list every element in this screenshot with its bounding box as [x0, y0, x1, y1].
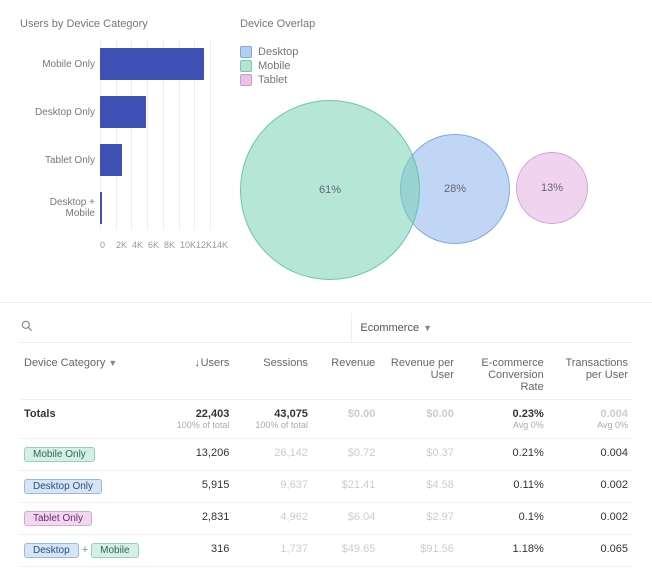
metric-cell: 0.004: [548, 439, 632, 471]
metric-cell: 26,142: [233, 439, 312, 471]
bar-fill: [100, 144, 122, 176]
table-row: Desktop Only 5,9159,637$21.41$4.580.11%0.…: [20, 471, 632, 503]
metric-cell: 0.1%: [458, 503, 548, 535]
search-icon[interactable]: [20, 319, 34, 336]
metric-cell: 0.002: [548, 471, 632, 503]
device-category-cell: Tablet Only: [20, 503, 155, 535]
column-group-selector[interactable]: Ecommerce ▼: [351, 313, 632, 342]
device-tag: Mobile: [91, 543, 138, 558]
th-sessions[interactable]: Sessions: [233, 343, 312, 400]
legend-tablet: Tablet: [258, 74, 287, 86]
legend-mobile: Mobile: [258, 60, 290, 72]
venn-mobile-pct: 61%: [319, 184, 341, 196]
metric-cell: 5,915: [155, 471, 234, 503]
sort-desc-icon: ↓: [195, 358, 200, 369]
bar-row: Mobile Only: [100, 40, 220, 88]
column-group-label: Ecommerce: [360, 322, 419, 334]
tablet-swatch: [240, 74, 252, 86]
venn-chart-title: Device Overlap: [240, 18, 632, 30]
totals-rev-per-user: $0.00: [379, 400, 458, 439]
metric-cell: 9,637: [233, 471, 312, 503]
totals-revenue: $0.00: [312, 400, 379, 439]
bar-chart: Mobile OnlyDesktop OnlyTablet OnlyDeskto…: [20, 40, 220, 250]
metric-cell: 316: [155, 535, 234, 567]
totals-users: 22,403100% of total: [155, 400, 234, 439]
desktop-swatch: [240, 46, 252, 58]
table-totals-row: Totals 22,403100% of total 43,075100% of…: [20, 400, 632, 439]
bar-fill: [100, 192, 102, 224]
device-tag: Desktop Only: [24, 479, 102, 494]
metric-cell: $6.04: [312, 503, 379, 535]
metric-cell: 2,831: [155, 503, 234, 535]
th-users[interactable]: ↓Users: [155, 343, 234, 400]
device-tag: Desktop: [24, 543, 79, 558]
metric-cell: 1,737: [233, 535, 312, 567]
chevron-down-icon: ▼: [423, 323, 432, 333]
bar-axis-tick: 4K: [132, 240, 147, 250]
th-conv-rate[interactable]: E-commerce Conversion Rate: [458, 343, 548, 400]
th-revenue[interactable]: Revenue: [312, 343, 379, 400]
totals-conv-rate: 0.23%Avg 0%: [458, 400, 548, 439]
device-category-cell: Desktop+Mobile: [20, 535, 155, 567]
mobile-swatch: [240, 60, 252, 72]
venn-desktop-pct: 28%: [444, 183, 466, 195]
th-device[interactable]: Device Category ▼: [20, 343, 155, 400]
metric-cell: $4.58: [379, 471, 458, 503]
bar-axis-tick: 14K: [212, 240, 227, 250]
metric-cell: $21.41: [312, 471, 379, 503]
bar-label: Desktop Only: [20, 107, 95, 118]
metric-cell: $2.97: [379, 503, 458, 535]
metrics-table: Device Category ▼ ↓Users Sessions Revenu…: [20, 343, 632, 567]
device-tag: Mobile Only: [24, 447, 95, 462]
device-category-cell: Mobile Only: [20, 439, 155, 471]
bar-axis-tick: 10K: [180, 240, 195, 250]
bar-row: Desktop + Mobile: [100, 184, 220, 232]
bar-fill: [100, 48, 204, 80]
legend-desktop: Desktop: [258, 46, 298, 58]
metric-cell: 0.002: [548, 503, 632, 535]
bar-chart-title: Users by Device Category: [20, 18, 220, 30]
totals-sessions: 43,075100% of total: [233, 400, 312, 439]
metric-cell: 0.065: [548, 535, 632, 567]
venn-legend: Desktop Mobile Tablet: [240, 46, 632, 86]
metric-cell: $0.37: [379, 439, 458, 471]
bar-row: Tablet Only: [100, 136, 220, 184]
totals-label: Totals: [20, 400, 155, 439]
table-row: Tablet Only 2,8314,962$6.04$2.970.1%0.002: [20, 503, 632, 535]
bar-label: Tablet Only: [20, 155, 95, 166]
table-row: Desktop+Mobile3161,737$49.65$91.561.18%0…: [20, 535, 632, 567]
plus-icon: +: [82, 544, 88, 556]
th-rev-per-user[interactable]: Revenue per User: [379, 343, 458, 400]
metric-cell: $0.72: [312, 439, 379, 471]
device-category-cell: Desktop Only: [20, 471, 155, 503]
venn-diagram: 61% 28% 13%: [240, 92, 632, 292]
th-tx-per-user[interactable]: Transactions per User: [548, 343, 632, 400]
venn-tablet-pct: 13%: [541, 182, 563, 194]
bar-label: Desktop + Mobile: [20, 197, 95, 219]
metric-cell: 13,206: [155, 439, 234, 471]
bar-axis-tick: 8K: [164, 240, 179, 250]
metric-cell: 0.11%: [458, 471, 548, 503]
table-row: Mobile Only 13,20626,142$0.72$0.370.21%0.…: [20, 439, 632, 471]
bar-axis-tick: 2K: [116, 240, 131, 250]
chevron-down-icon: ▼: [108, 358, 117, 368]
venn-circle-tablet: 13%: [516, 152, 588, 224]
bar-label: Mobile Only: [20, 59, 95, 70]
totals-tx-per-user: 0.004Avg 0%: [548, 400, 632, 439]
bar-axis-tick: 12K: [196, 240, 211, 250]
metric-cell: 0.21%: [458, 439, 548, 471]
metric-cell: $49.65: [312, 535, 379, 567]
device-tag: Tablet Only: [24, 511, 92, 526]
venn-circle-mobile: 61%: [240, 100, 420, 280]
bar-row: Desktop Only: [100, 88, 220, 136]
metric-cell: 4,962: [233, 503, 312, 535]
bar-fill: [100, 96, 146, 128]
metric-cell: 1.18%: [458, 535, 548, 567]
bar-axis-tick: 6K: [148, 240, 163, 250]
bar-axis-tick: 0: [100, 240, 115, 250]
metric-cell: $91.56: [379, 535, 458, 567]
